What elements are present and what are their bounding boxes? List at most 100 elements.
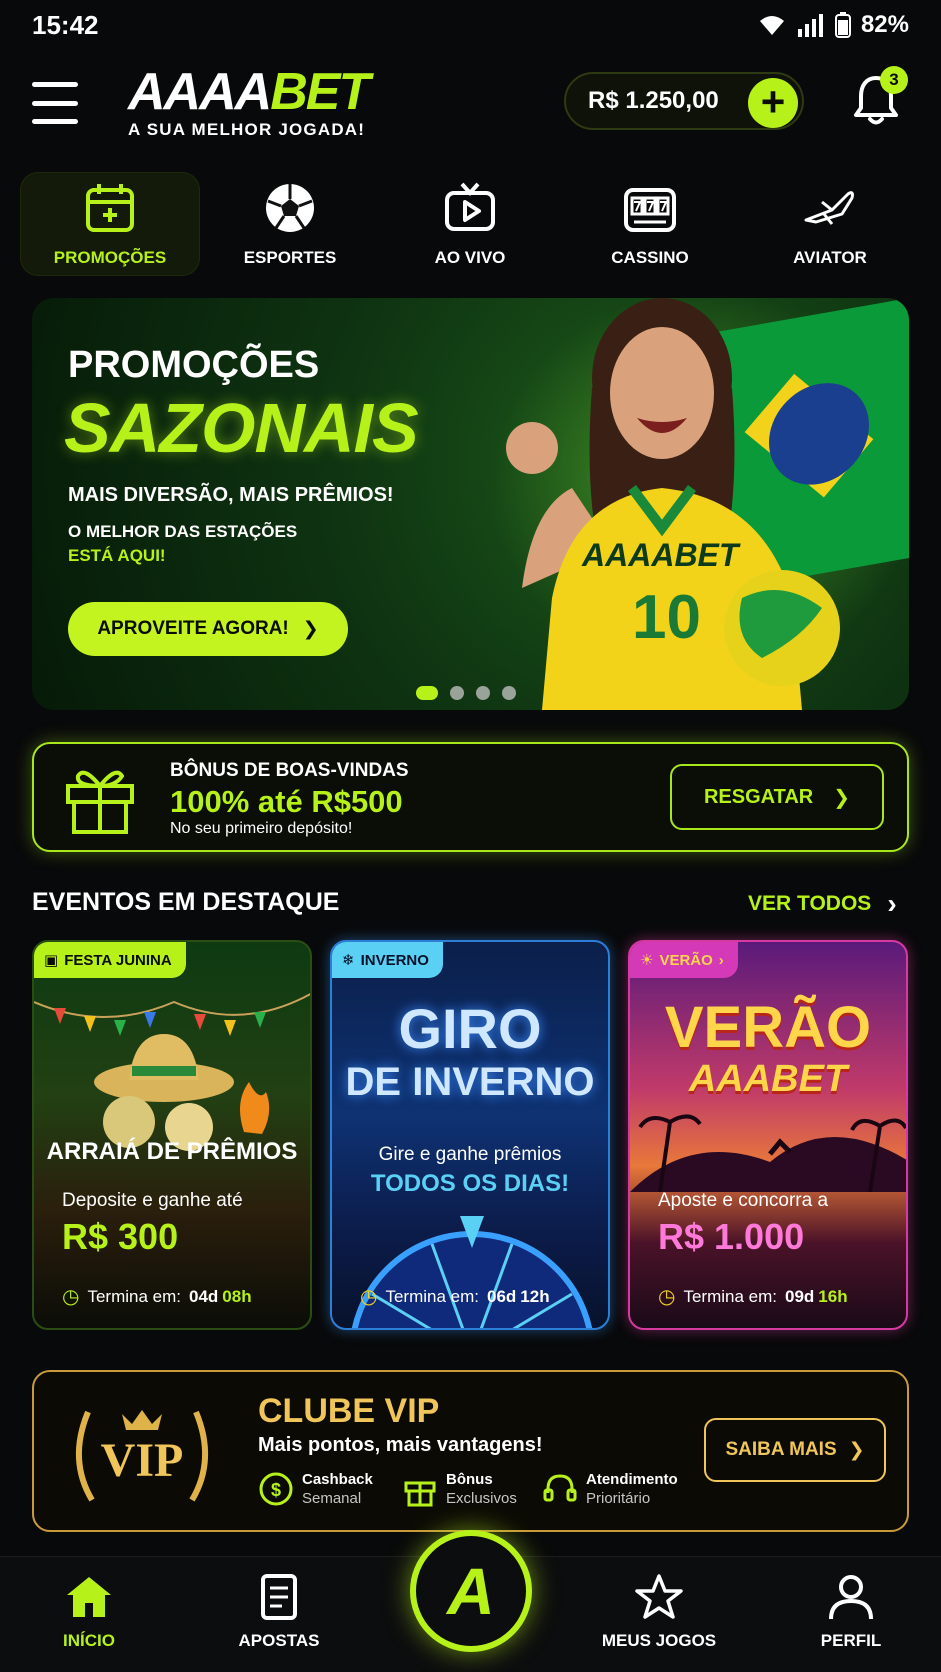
nav-inicio[interactable]: INÍCIO: [14, 1571, 164, 1651]
section-title: EVENTOS EM DESTAQUE: [32, 888, 340, 916]
carousel-dot[interactable]: [416, 686, 438, 700]
event-card-inverno[interactable]: ❄ INVERNO GIRO DE INVERNO Gire e ganhe p…: [330, 940, 610, 1330]
vip-title: CLUBE VIP: [258, 1392, 440, 1430]
vip-club-card[interactable]: VIP CLUBE VIP Mais pontos, mais vantagen…: [32, 1370, 909, 1532]
wifi-icon: [759, 16, 784, 35]
tv-play-icon: [445, 182, 495, 231]
chevron-right-icon: ❯: [833, 786, 851, 809]
home-icon: [67, 1577, 111, 1617]
hero-banner[interactable]: AAAABET 10 PROMOÇÕES SAZONAIS MAIS DIVER…: [32, 298, 909, 710]
notifications-button[interactable]: 3: [852, 66, 908, 126]
category-cassino[interactable]: CASSINO: [560, 172, 740, 276]
clock: 15:42: [32, 9, 99, 40]
category-label: PROMOÇÕES: [53, 248, 167, 267]
fan-illustration: AAAABET 10: [506, 298, 840, 710]
brand-a-icon: A: [447, 1554, 495, 1628]
category-label: ESPORTES: [243, 248, 337, 267]
event-tag: ▣ FESTA JUNINA: [34, 942, 186, 978]
bonus-label: BÔNUS DE BOAS-VINDAS: [170, 760, 409, 781]
surfer-illustration: [630, 1114, 906, 1192]
chevron-right-icon: ›: [887, 888, 897, 919]
hero-cta-button[interactable]: APROVEITE AGORA! ❯: [68, 602, 348, 656]
timer-label: Termina em:: [87, 1286, 181, 1306]
vip-badge-text: VIP: [101, 1434, 184, 1487]
star-icon: [635, 1574, 683, 1619]
feature-title: Atendimento: [586, 1471, 678, 1488]
slot-machine-icon: [624, 188, 676, 232]
claim-bonus-label: RESGATAR: [703, 785, 814, 808]
jersey-number: 10: [632, 583, 701, 652]
timer-label: Termina em:: [385, 1286, 479, 1306]
user-icon: [829, 1575, 873, 1620]
vip-subtitle: Mais pontos, mais vantagens!: [258, 1434, 543, 1456]
see-all-link[interactable]: VER TODOS ›: [748, 888, 897, 920]
category-promocoes[interactable]: PROMOÇÕES: [20, 172, 200, 276]
signal-icon: [797, 14, 823, 37]
bonus-note: No seu primeiro depósito!: [170, 820, 353, 837]
nav-perfil[interactable]: PERFIL: [776, 1571, 926, 1651]
menu-button[interactable]: [32, 82, 78, 124]
feature-title: Bônus: [446, 1471, 493, 1488]
center-action-button[interactable]: A: [410, 1530, 532, 1652]
category-label: AVIATOR: [793, 248, 867, 267]
carousel-dot[interactable]: [450, 686, 464, 700]
chevron-right-icon: ❯: [848, 1439, 865, 1461]
clock-icon: ◷: [360, 1286, 378, 1308]
logo-wordmark-green: BET: [270, 63, 370, 121]
app-header: AAAABET A SUA MELHOR JOGADA! R$ 1.250,00…: [0, 60, 941, 160]
betslip-icon: [261, 1574, 297, 1620]
hero-title-top: PROMOÇÕES: [68, 344, 320, 386]
logo-tagline: A SUA MELHOR JOGADA!: [128, 120, 366, 139]
welcome-bonus-card[interactable]: BÔNUS DE BOAS-VINDAS 100% até R$500 No s…: [32, 742, 909, 852]
wallet-balance[interactable]: R$ 1.250,00 +: [564, 72, 804, 130]
gift-icon: [66, 770, 134, 834]
deposit-button[interactable]: +: [748, 78, 798, 128]
event-timer: ◷ Termina em: 09d 16h: [658, 1284, 848, 1309]
snowflake-icon: ❄: [342, 952, 355, 969]
jersey-brand-text: AAAABET: [581, 537, 741, 573]
clock-icon: ◷: [62, 1286, 80, 1308]
category-esportes[interactable]: ESPORTES: [200, 172, 380, 276]
timer-label: Termina em:: [683, 1286, 777, 1306]
nav-label: PERFIL: [820, 1631, 882, 1650]
event-amount: R$ 300: [62, 1216, 179, 1257]
hero-line-2: ESTÁ AQUI!: [68, 546, 166, 565]
category-ao-vivo[interactable]: AO VIVO: [380, 172, 560, 276]
event-card-festa-junina[interactable]: ▣ FESTA JUNINA ARRAIÁ DE PRÊMIOS Deposit…: [32, 940, 312, 1330]
soccer-ball-icon: [266, 184, 314, 232]
feature-subtitle: Exclusivos: [446, 1490, 517, 1507]
event-tag-label: VERÃO: [659, 951, 713, 969]
category-aviator[interactable]: AVIATOR: [740, 172, 920, 276]
category-label: CASSINO: [611, 248, 689, 267]
event-description: Gire e ganhe prêmios: [378, 1144, 562, 1165]
calendar-icon: [86, 184, 134, 232]
carousel-dot[interactable]: [476, 686, 490, 700]
carousel-dots: [416, 686, 516, 700]
brand-logo[interactable]: AAAABET A SUA MELHOR JOGADA!: [128, 63, 370, 140]
vip-feature-cashback: $ Cashback Semanal: [258, 1470, 373, 1508]
gift-icon: ▣: [44, 952, 59, 969]
event-tag-label: INVERNO: [360, 951, 429, 969]
balance-amount: R$ 1.250,00: [588, 87, 719, 114]
hero-cta-label: APROVEITE AGORA!: [97, 618, 289, 639]
battery-icon: [834, 12, 851, 38]
nav-apostas[interactable]: APOSTAS: [204, 1571, 354, 1651]
feature-title: Cashback: [302, 1471, 373, 1488]
timer-hours: 12h: [520, 1286, 550, 1306]
vip-feature-support: Atendimento Prioritário: [542, 1470, 678, 1508]
event-card-verao[interactable]: ☀ VERÃO › VERÃO AAABET Aposte e concorra…: [628, 940, 908, 1330]
vip-feature-bonus: Bônus Exclusivos: [402, 1470, 517, 1508]
nav-label: INÍCIO: [63, 1631, 115, 1650]
timer-days: 06d: [486, 1286, 517, 1306]
timer-hours: 16h: [818, 1286, 848, 1306]
nav-meus-jogos[interactable]: MEUS JOGOS: [584, 1571, 734, 1651]
nav-label: MEUS JOGOS: [601, 1631, 717, 1650]
event-timer: ◷ Termina em: 06d 12h: [360, 1284, 550, 1309]
vip-learn-more-button[interactable]: SAIBA MAIS ❯: [704, 1418, 886, 1482]
bonus-amount: 100% até R$500: [170, 784, 403, 819]
claim-bonus-button[interactable]: RESGATAR ❯: [670, 764, 884, 830]
carousel-dot[interactable]: [502, 686, 516, 700]
headset-icon: [543, 1474, 577, 1502]
gift-icon: [404, 1481, 436, 1507]
event-timer: ◷ Termina em: 04d 08h: [62, 1284, 252, 1309]
